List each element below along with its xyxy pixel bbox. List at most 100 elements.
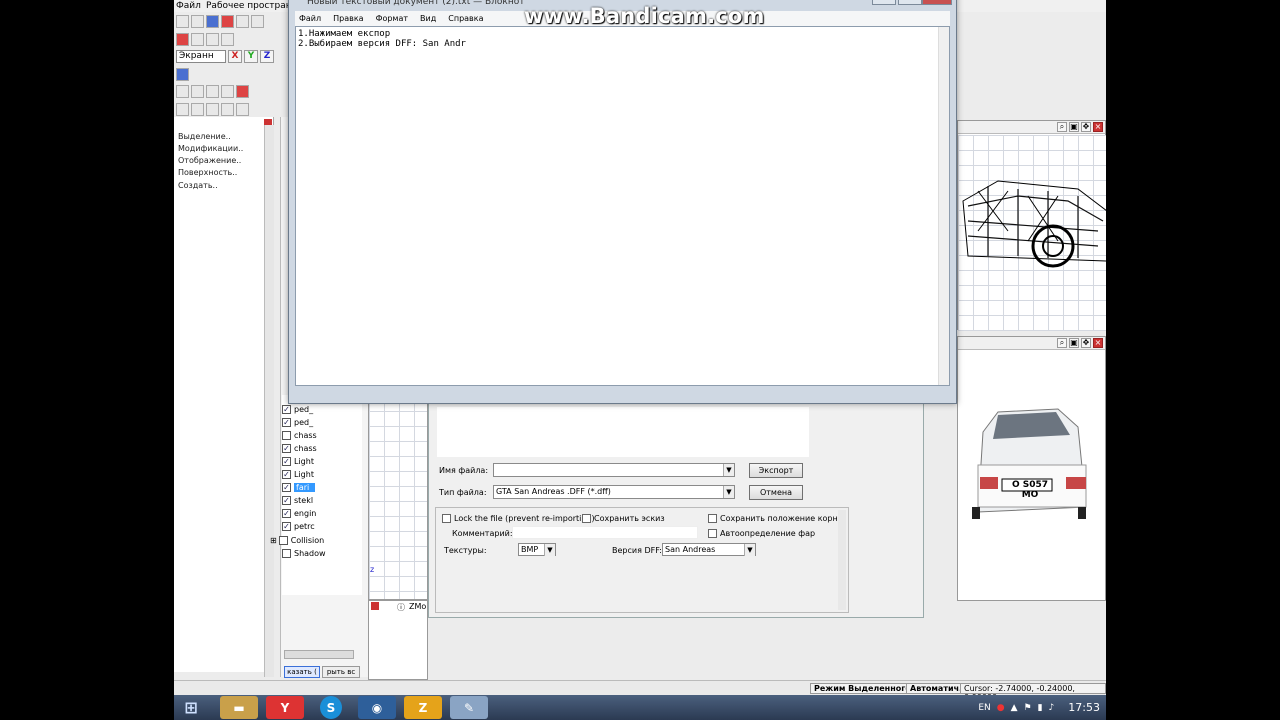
cancel-button[interactable]: Отмена	[749, 485, 803, 500]
import-icon[interactable]	[236, 15, 249, 28]
tree-item[interactable]: engin	[294, 509, 316, 518]
viewport-left[interactable]	[368, 395, 428, 600]
menu-edit[interactable]: Правка	[333, 14, 363, 23]
skype-taskbar-icon[interactable]: S	[320, 696, 342, 719]
export-button[interactable]: Экспорт	[749, 463, 803, 478]
tree-item-shadow[interactable]: Shadow	[294, 549, 326, 558]
panel-item-display[interactable]: Отображение..	[178, 156, 241, 165]
tree-checkbox[interactable]: ✓	[282, 508, 291, 518]
panel-item-selection[interactable]: Выделение..	[178, 132, 231, 141]
filetype-select[interactable]: GTA San Andreas .DFF (*.dff) ▼	[493, 485, 735, 499]
helper-icon[interactable]	[191, 103, 204, 116]
open-file-icon[interactable]	[191, 15, 204, 28]
menu-format[interactable]: Формат	[376, 14, 408, 23]
start-button[interactable]: ⊞	[176, 696, 206, 719]
maximize-button[interactable]	[898, 0, 922, 5]
tree-item[interactable]: ped_	[294, 418, 313, 427]
axis-y-button[interactable]: Y	[244, 50, 258, 63]
zoom-icon[interactable]: ⌕	[1057, 338, 1067, 348]
tree-checkbox[interactable]: ✓	[282, 495, 291, 505]
explorer-taskbar-icon[interactable]: ▬	[220, 696, 258, 719]
tree-item[interactable]: Light	[294, 457, 314, 466]
volume-icon[interactable]: ♪	[1049, 703, 1055, 713]
tray-icon[interactable]: ▲	[1011, 703, 1018, 713]
tree-item[interactable]: petrc	[294, 522, 315, 531]
tree-checkbox[interactable]	[282, 548, 291, 558]
view-mode-combo[interactable]: Экранн	[176, 50, 226, 63]
chevron-down-icon[interactable]: ▼	[544, 544, 555, 556]
options-scrollbar[interactable]	[838, 510, 846, 610]
tree-item[interactable]: ped_	[294, 405, 313, 414]
tool-icon[interactable]	[221, 33, 234, 46]
helper-icon[interactable]	[176, 103, 189, 116]
tree-item-selected[interactable]: fari	[294, 482, 316, 492]
zoom-icon[interactable]: ⌕	[1057, 122, 1067, 132]
tree-checkbox[interactable]: ✓	[282, 521, 291, 531]
tree-checkbox[interactable]: ✓	[282, 404, 291, 414]
new-file-icon[interactable]	[176, 15, 189, 28]
axis-x-button[interactable]: X	[228, 50, 242, 63]
save-sketch-checkbox[interactable]: Сохранить эскиз	[582, 514, 665, 523]
notepad-scrollbar[interactable]	[938, 27, 949, 385]
panel-item-surface[interactable]: Поверхность..	[178, 168, 237, 177]
undo-icon[interactable]	[251, 15, 264, 28]
brush-icon[interactable]	[176, 33, 189, 46]
tree-checkbox[interactable]: ✓	[282, 443, 291, 453]
menu-file[interactable]: Файл	[299, 14, 321, 23]
dff-version-select[interactable]: San Andreas ▼	[662, 543, 756, 556]
comment-input[interactable]	[512, 526, 698, 539]
network-icon[interactable]: ▮	[1038, 703, 1043, 713]
zoom-extents-icon[interactable]: ▣	[1069, 122, 1079, 132]
delete-icon[interactable]	[221, 15, 234, 28]
notepad-text-area[interactable]: 1.Нажимаем експор 2.Выбираем версия DFF:…	[295, 26, 950, 386]
tree-checkbox[interactable]: ✓	[282, 482, 291, 492]
viewport-perspective-left[interactable]: ⓘ ZMo	[368, 600, 428, 680]
tree-checkbox[interactable]: ✓	[282, 456, 291, 466]
close-icon[interactable]	[371, 602, 379, 610]
color-icon[interactable]	[176, 68, 189, 81]
helper-icon[interactable]	[236, 103, 249, 116]
tool-icon[interactable]	[206, 33, 219, 46]
tree-hscrollbar[interactable]	[284, 650, 354, 659]
tree-item-collision[interactable]: Collision	[291, 536, 325, 545]
pan-icon[interactable]: ✥	[1081, 122, 1091, 132]
show-all-tab[interactable]: казать (	[284, 666, 320, 678]
menu-file[interactable]: Файл	[176, 1, 201, 11]
close-icon[interactable]: ×	[1093, 338, 1103, 348]
yandex-taskbar-icon[interactable]: Y	[266, 696, 304, 719]
helper-icon[interactable]	[206, 103, 219, 116]
zoom-extents-icon[interactable]: ▣	[1069, 338, 1079, 348]
close-icon[interactable]: ×	[1093, 122, 1103, 132]
tree-item[interactable]: Light	[294, 470, 314, 479]
pan-icon[interactable]: ✥	[1081, 338, 1091, 348]
chevron-down-icon[interactable]: ▼	[744, 544, 755, 556]
tree-checkbox[interactable]: ✓	[282, 417, 291, 427]
helper-icon[interactable]	[221, 103, 234, 116]
textures-select[interactable]: BMP ▼	[518, 543, 556, 556]
save-root-checkbox[interactable]: Сохранить положение корня	[708, 514, 843, 523]
minimize-button[interactable]	[872, 0, 896, 5]
menu-workspace[interactable]: Рабочее пространс	[206, 1, 297, 11]
lock-file-checkbox[interactable]: Lock the file (prevent re-importing)	[442, 514, 595, 523]
viewport-render[interactable]: ⌕ ▣ ✥ × О S057 МО	[957, 336, 1106, 601]
tree-item[interactable]: chass	[294, 431, 317, 440]
viewport-side[interactable]: ⌕ ▣ ✥ ×	[957, 120, 1106, 331]
clock[interactable]: 17:53	[1068, 701, 1100, 714]
select-object-icon[interactable]	[221, 85, 234, 98]
select-active-icon[interactable]	[236, 85, 249, 98]
network-taskbar-icon[interactable]: ◉	[358, 696, 396, 719]
panel-item-create[interactable]: Создать..	[178, 181, 218, 190]
tree-item[interactable]: stekl	[294, 496, 313, 505]
tree-item[interactable]: chass	[294, 444, 317, 453]
zmodeler-taskbar-icon[interactable]: Z	[404, 696, 442, 719]
select-face-icon[interactable]	[206, 85, 219, 98]
record-icon[interactable]: ●	[997, 703, 1005, 713]
hide-all-tab[interactable]: рыть вс	[322, 666, 360, 678]
axis-z-button[interactable]: Z	[260, 50, 274, 63]
filename-input[interactable]: ▼	[493, 463, 735, 477]
expand-icon[interactable]: ⊞	[270, 536, 277, 545]
auto-lights-checkbox[interactable]: Автоопределение фар	[708, 529, 815, 538]
panel-item-modify[interactable]: Модификации..	[178, 144, 243, 153]
save-icon[interactable]	[206, 15, 219, 28]
menu-help[interactable]: Справка	[448, 14, 483, 23]
